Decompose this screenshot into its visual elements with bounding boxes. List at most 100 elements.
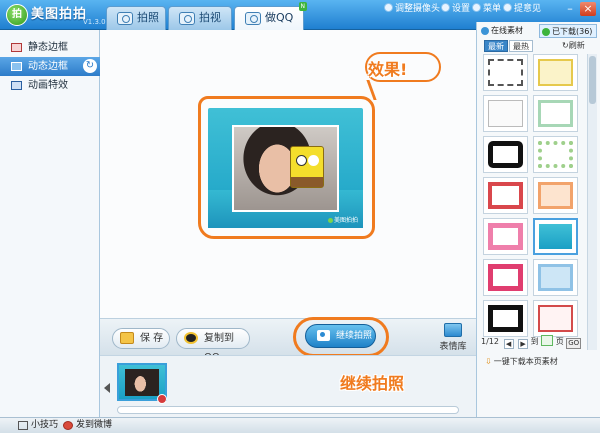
subtab-latest[interactable]: 最新 (484, 40, 508, 52)
weibo-icon (63, 421, 73, 430)
emoji-library-icon (444, 323, 462, 337)
delete-icon[interactable] (157, 394, 167, 404)
frame-icon (11, 43, 22, 52)
book-icon (18, 421, 28, 430)
material-item[interactable] (483, 54, 528, 91)
continue-shoot-label: 继续拍照 (336, 331, 373, 341)
material-item[interactable] (483, 259, 528, 296)
prev-page-button[interactable]: ◀ (503, 339, 514, 349)
feedback-button[interactable]: 提意见 (503, 3, 541, 15)
material-panel: 在线素材 已下载(36) 最新 最热 ↻刷新 1/12 ◀ ▶ 到 页 GO 一… (476, 22, 600, 417)
new-badge: N (298, 2, 307, 11)
tab-downloaded-label: 已下载(36) (552, 27, 593, 36)
material-item[interactable] (483, 218, 528, 255)
refresh-button[interactable]: ↻刷新 (562, 40, 585, 51)
material-item[interactable] (533, 95, 578, 132)
frame-icon (11, 62, 22, 71)
pager: 1/12 ◀ ▶ 到 页 GO (481, 335, 582, 349)
download-all-link[interactable]: 一键下载本页素材 (485, 356, 558, 367)
refresh-label: 刷新 (568, 41, 585, 50)
sidebar-item-label: 动态边框 (28, 61, 68, 72)
copy-to-qq-button[interactable]: 复制到QQ (176, 328, 250, 363)
tab-qq-emoji[interactable]: 做QQ表情 N (234, 2, 307, 46)
camera-icon (117, 12, 133, 25)
tips-label: 小技巧 (31, 420, 59, 430)
go-button[interactable]: GO (566, 338, 582, 349)
material-item[interactable] (483, 95, 528, 132)
subtab-hot[interactable]: 最热 (509, 40, 533, 52)
video-icon (179, 12, 195, 25)
continue-callout: 继续拍照 (340, 374, 405, 393)
material-item[interactable] (533, 177, 578, 214)
app-logo-icon: 拍 (6, 4, 28, 26)
sidebar-item-label: 静态边框 (28, 42, 68, 53)
page-indicator: 1/12 (481, 337, 499, 346)
tab-photo[interactable]: 拍照 (106, 6, 166, 30)
qq-emoji-icon (245, 12, 261, 25)
goto-prefix: 到 (530, 337, 539, 346)
material-item[interactable] (533, 54, 578, 91)
sidebar-item-dynamic-frame[interactable]: 动态边框 ↻ (0, 57, 100, 76)
sidebar: 静态边框 动态边框 ↻ 动画特效 (0, 30, 100, 417)
adjust-camera-label: 调整摄像头 (395, 4, 441, 14)
material-scrollbar[interactable] (587, 54, 597, 350)
save-button[interactable]: 保 存 (112, 328, 170, 349)
status-bar: 小技巧 发到微博 (0, 417, 600, 433)
sidebar-item-static-frame[interactable]: 静态边框 (0, 38, 100, 57)
globe-icon (481, 27, 489, 35)
feedback-label: 提意见 (514, 4, 542, 14)
tab-photo-label: 拍照 (137, 11, 159, 24)
app-name: 美图拍拍 (31, 7, 88, 22)
folder-icon (120, 332, 134, 344)
menu-button[interactable]: 菜单 (472, 3, 501, 15)
qq-icon (184, 332, 198, 344)
frame-brand: 美图拍拍 (328, 215, 358, 224)
strip-scrollbar[interactable] (117, 406, 459, 414)
material-item[interactable] (533, 136, 578, 173)
app-version: V1.3.0 (83, 18, 106, 26)
emoji-library-label: 表情库 (439, 342, 467, 352)
material-item[interactable] (483, 177, 528, 214)
thumbnail-strip: 继续拍照 (100, 355, 476, 417)
settings-label: 设置 (452, 4, 471, 14)
tab-downloaded[interactable]: 已下载(36) (539, 24, 597, 38)
save-label: 保 存 (140, 333, 164, 344)
tab-online-material[interactable]: 在线素材 (479, 24, 537, 38)
material-item[interactable] (483, 300, 528, 337)
gear-icon (441, 3, 450, 12)
page-input[interactable] (541, 335, 554, 346)
callout-pointer (366, 80, 380, 100)
minimize-button[interactable]: – (562, 2, 578, 16)
preview-area: 美图拍拍 效果! (100, 30, 476, 318)
next-page-button[interactable]: ▶ (518, 339, 529, 349)
menu-icon (472, 3, 481, 12)
mail-icon (503, 3, 512, 12)
continue-shoot-button[interactable]: 继续拍照 (305, 324, 376, 348)
animation-icon (11, 81, 22, 90)
menu-label: 菜单 (483, 4, 502, 14)
refresh-icon[interactable]: ↻ (83, 59, 97, 73)
settings-button[interactable]: 设置 (441, 3, 470, 15)
close-button[interactable]: × (580, 2, 596, 16)
adjust-camera-button[interactable]: 调整摄像头 (384, 3, 440, 15)
tab-video[interactable]: 拍视频 (168, 6, 232, 46)
material-item[interactable] (533, 259, 578, 296)
sidebar-item-animation[interactable]: 动画特效 (0, 76, 100, 95)
scroll-left-icon[interactable] (104, 383, 110, 393)
weibo-label: 发到微博 (76, 420, 113, 430)
goto-suffix: 页 (555, 337, 564, 346)
material-item-selected[interactable] (533, 218, 578, 255)
download-icon (542, 28, 550, 36)
camera-icon (317, 330, 330, 341)
scrollbar-thumb[interactable] (589, 56, 596, 104)
action-bar: 保 存 复制到QQ 继续拍照 表情库 (100, 317, 476, 363)
spongebob-sticker (290, 146, 324, 188)
material-item[interactable] (483, 136, 528, 173)
share-weibo-link[interactable]: 发到微博 (63, 418, 112, 433)
effect-callout: 效果! (368, 60, 408, 79)
tips-link[interactable]: 小技巧 (18, 418, 58, 433)
material-item[interactable] (533, 300, 578, 337)
tab-online-label: 在线素材 (491, 26, 523, 35)
refresh-icon: ↻ (562, 41, 569, 50)
emoji-library-button[interactable]: 表情库 (433, 323, 473, 352)
